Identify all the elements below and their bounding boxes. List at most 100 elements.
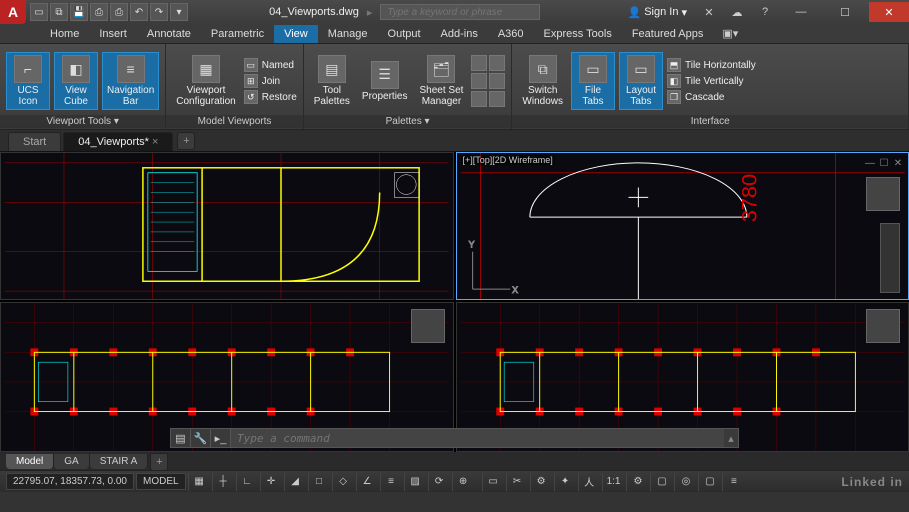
viewcube-button[interactable]: ◧View Cube — [54, 52, 98, 110]
file-tab-start[interactable]: Start — [8, 132, 61, 151]
space-indicator[interactable]: MODEL — [136, 473, 186, 490]
maximize-button[interactable]: ☐ — [825, 2, 865, 22]
exchange-icon[interactable]: ✕ — [697, 2, 721, 22]
file-tab-active[interactable]: 04_Viewports* × — [63, 132, 173, 151]
switch-windows-button[interactable]: ⧉Switch Windows — [518, 53, 567, 109]
tile-horizontal-button[interactable]: ⬒Tile Horizontally — [667, 58, 756, 72]
open-icon[interactable]: ⧉ — [50, 3, 68, 21]
transparency-icon[interactable]: ▨ — [404, 473, 426, 491]
tab-output[interactable]: Output — [378, 25, 431, 43]
cmd-recent-icon[interactable]: ▤ — [171, 429, 191, 447]
file-tab-close-icon[interactable]: × — [152, 136, 158, 148]
viewcube-widget[interactable] — [866, 177, 900, 211]
viewport-config-button[interactable]: ▦Viewport Configuration — [172, 53, 239, 109]
viewport-1[interactable] — [0, 152, 454, 300]
isolate-icon[interactable]: ◎ — [674, 473, 696, 491]
tab-home[interactable]: Home — [40, 25, 89, 43]
tab-annotate[interactable]: Annotate — [137, 25, 201, 43]
add-file-tab-button[interactable]: + — [177, 132, 195, 150]
palette-mini-4[interactable] — [489, 73, 505, 89]
layout-tabs-button[interactable]: ▭Layout Tabs — [619, 52, 663, 110]
tab-featured[interactable]: Featured Apps — [622, 25, 714, 43]
vp-min-icon[interactable]: — — [864, 157, 876, 169]
layout-tab-stair[interactable]: STAIR A — [90, 454, 149, 469]
drawing-area[interactable]: [+][Top][2D Wireframe] —☐✕ 3780 XY — [0, 152, 909, 452]
plot-icon[interactable]: ⎙ — [110, 3, 128, 21]
vp-close-icon[interactable]: ✕ — [892, 157, 904, 169]
qat-more-icon[interactable]: ▾ — [170, 3, 188, 21]
viewcube-widget-3[interactable] — [411, 309, 445, 343]
properties-button[interactable]: ☰Properties — [358, 59, 412, 104]
palette-mini-6[interactable] — [489, 91, 505, 107]
tab-insert[interactable]: Insert — [89, 25, 137, 43]
minimize-button[interactable]: — — [781, 2, 821, 22]
ucs-icon-button[interactable]: ⌐UCS Icon — [6, 52, 50, 110]
saveas-icon[interactable]: ⎙ — [90, 3, 108, 21]
tab-a360[interactable]: A360 — [488, 25, 534, 43]
signin-button[interactable]: 👤 Sign In ▾ — [622, 6, 693, 19]
palette-mini-1[interactable] — [471, 55, 487, 71]
save-icon[interactable]: 💾 — [70, 3, 88, 21]
customize-status-icon[interactable]: ≡ — [722, 473, 744, 491]
tile-vertical-button[interactable]: ◧Tile Vertically — [667, 74, 756, 88]
undo-icon[interactable]: ↶ — [130, 3, 148, 21]
layout-tab-ga[interactable]: GA — [54, 454, 89, 469]
layout-tab-model[interactable]: Model — [6, 454, 54, 469]
viewport-2[interactable]: [+][Top][2D Wireframe] —☐✕ 3780 XY — [456, 152, 909, 300]
cmd-customize-icon[interactable]: 🔧 — [191, 429, 211, 447]
help-search-input[interactable] — [380, 4, 540, 20]
close-button[interactable]: ✕ — [869, 2, 909, 22]
command-line[interactable]: ▤ 🔧 ▸_ ▴ — [170, 428, 739, 448]
units-icon[interactable]: ✂ — [506, 473, 528, 491]
help-icon[interactable]: ? — [753, 2, 777, 22]
lineweight-icon[interactable]: ≡ — [380, 473, 402, 491]
redo-icon[interactable]: ↷ — [150, 3, 168, 21]
command-input[interactable] — [231, 429, 724, 447]
restore-button[interactable]: ↺Restore — [244, 90, 297, 104]
palette-mini-3[interactable] — [471, 73, 487, 89]
panel-title-palettes[interactable]: Palettes ▾ — [304, 115, 512, 128]
dynamic-input-icon[interactable]: ⊕ — [452, 473, 474, 491]
tab-view[interactable]: View — [274, 25, 318, 43]
navbar-button[interactable]: ≡Navigation Bar — [102, 52, 159, 110]
new-icon[interactable]: ▭ — [30, 3, 48, 21]
cascade-button[interactable]: ❐Cascade — [667, 90, 756, 104]
cleanscreen-icon[interactable]: ▢ — [698, 473, 720, 491]
polar-toggle-icon[interactable]: ✛ — [260, 473, 282, 491]
panel-title-viewport-tools[interactable]: Viewport Tools ▾ — [0, 115, 165, 128]
vp-max-icon[interactable]: ☐ — [878, 157, 890, 169]
quickprops-icon[interactable]: ▭ — [482, 473, 504, 491]
tab-addins[interactable]: Add-ins — [431, 25, 488, 43]
viewport-label[interactable]: [+][Top][2D Wireframe] — [461, 155, 555, 165]
osnap-toggle-icon[interactable]: □ — [308, 473, 330, 491]
cmd-expand-icon[interactable]: ▴ — [724, 432, 738, 445]
named-button[interactable]: ▭Named — [244, 58, 297, 72]
workspace-switch-icon[interactable]: ⚙ — [626, 473, 648, 491]
snap-toggle-icon[interactable]: ┼ — [212, 473, 234, 491]
stayconnected-icon[interactable]: ☁ — [725, 2, 749, 22]
app-menu-icon[interactable]: A — [0, 0, 26, 24]
viewcube-widget-4[interactable] — [866, 309, 900, 343]
annomonitor-icon[interactable]: ✦ — [554, 473, 576, 491]
isodraft-icon[interactable]: ◢ — [284, 473, 306, 491]
add-layout-button[interactable]: + — [150, 453, 168, 471]
ribbon-overflow-icon[interactable]: ▣▾ — [719, 24, 741, 43]
otrack-toggle-icon[interactable]: ∠ — [356, 473, 378, 491]
join-button[interactable]: ⊞Join — [244, 74, 297, 88]
coordinates-readout[interactable]: 22795.07, 18357.73, 0.00 — [6, 473, 134, 490]
sheetset-button[interactable]: 🗂Sheet Set Manager — [415, 53, 467, 109]
workspace-icon[interactable]: ⚙ — [530, 473, 552, 491]
file-tabs-button[interactable]: ▭File Tabs — [571, 52, 615, 110]
selection-cycling-icon[interactable]: ⟳ — [428, 473, 450, 491]
3dosnap-icon[interactable]: ◇ — [332, 473, 354, 491]
tab-parametric[interactable]: Parametric — [201, 25, 274, 43]
ortho-toggle-icon[interactable]: ∟ — [236, 473, 258, 491]
hardware-accel-icon[interactable]: ▢ — [650, 473, 672, 491]
grid-toggle-icon[interactable]: ▦ — [188, 473, 210, 491]
tab-manage[interactable]: Manage — [318, 25, 378, 43]
scale-readout[interactable]: 1:1 — [602, 473, 625, 491]
annoscale-icon[interactable]: 人 — [578, 473, 600, 491]
tab-express[interactable]: Express Tools — [534, 25, 622, 43]
palette-mini-2[interactable] — [489, 55, 505, 71]
palette-mini-5[interactable] — [471, 91, 487, 107]
